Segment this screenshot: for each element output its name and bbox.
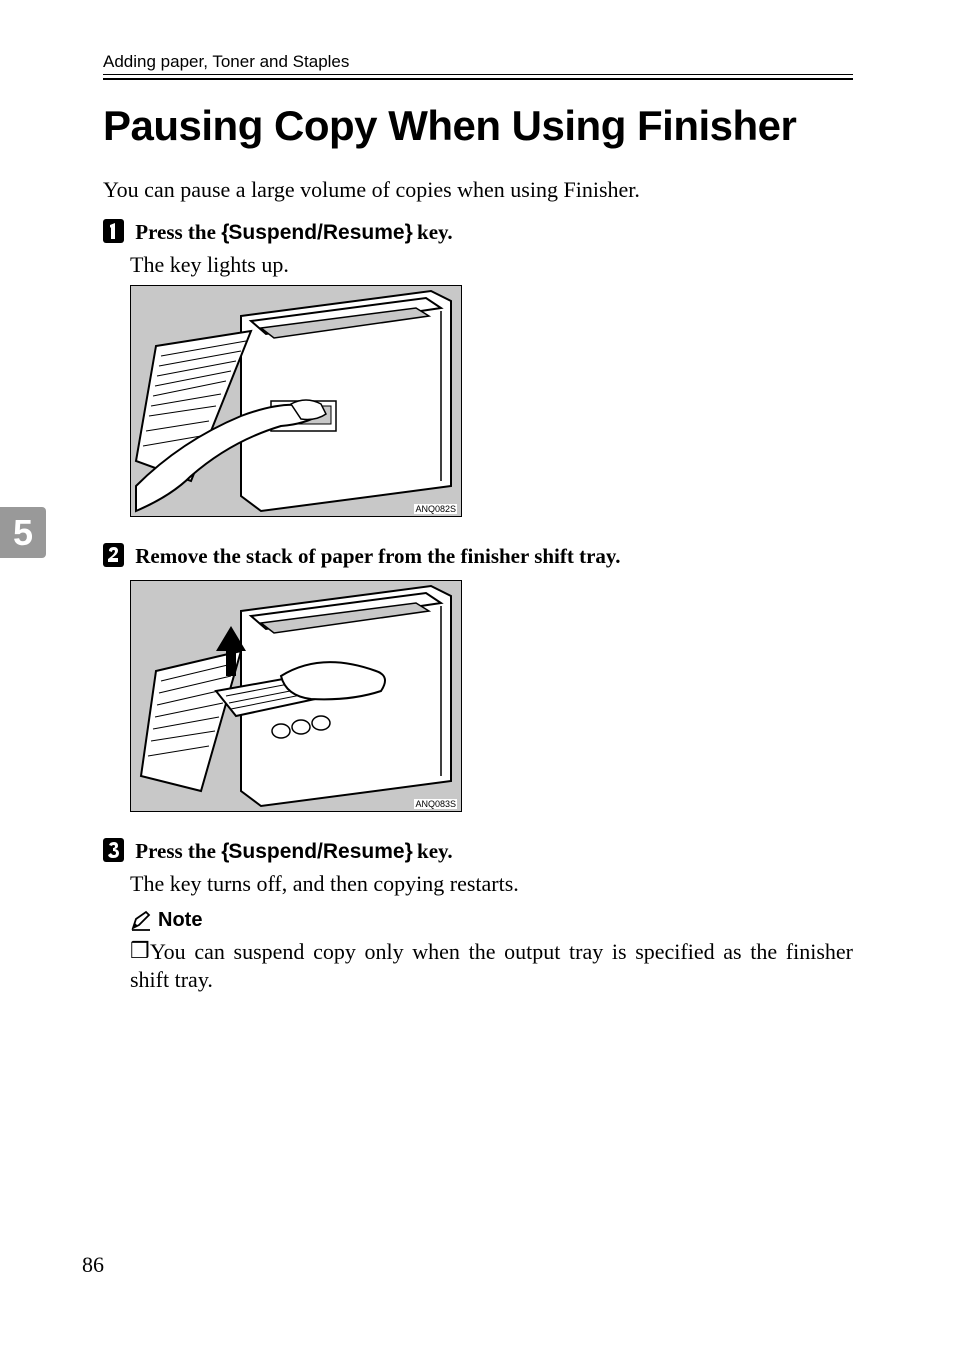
suspend-resume-key-label: Suspend/Resume xyxy=(228,221,404,244)
chapter-tab: 5 xyxy=(0,507,46,558)
step-2-text: Remove the stack of paper from the finis… xyxy=(135,544,620,568)
step-3-suffix: key. xyxy=(412,839,453,863)
suspend-resume-key-label: Suspend/Resume xyxy=(228,840,404,863)
note-heading: Note xyxy=(130,909,202,932)
step-1-heading: Press the {Suspend/Resume} key. xyxy=(103,219,453,245)
close-bracket-icon: } xyxy=(405,221,412,244)
pencil-icon xyxy=(130,910,152,932)
note-text: You can suspend copy only when the outpu… xyxy=(130,939,853,992)
illustration-code: ANQ083S xyxy=(414,799,457,809)
step-1-prefix: Press the xyxy=(135,220,221,244)
step-3-prefix: Press the xyxy=(135,839,221,863)
step-number-icon xyxy=(103,543,124,567)
step-1-suffix: key. xyxy=(412,220,453,244)
page-number: 86 xyxy=(82,1252,104,1278)
illustration-2: ANQ083S xyxy=(130,580,462,812)
close-bracket-icon: } xyxy=(405,840,412,863)
running-head: Adding paper, Toner and Staples xyxy=(103,52,349,72)
illustration-code: ANQ082S xyxy=(414,504,457,514)
step-3-heading: Press the {Suspend/Resume} key. xyxy=(103,838,453,864)
bullet-icon: ❒ xyxy=(130,937,144,965)
step-1-body: The key lights up. xyxy=(130,252,289,278)
step-2-heading: Remove the stack of paper from the finis… xyxy=(103,543,621,569)
step-number-icon xyxy=(103,219,124,243)
step-number-icon xyxy=(103,838,124,862)
divider xyxy=(103,78,853,80)
step-3-body: The key turns off, and then copying rest… xyxy=(130,871,519,897)
page-title: Pausing Copy When Using Finisher xyxy=(103,102,796,150)
intro-text: You can pause a large volume of copies w… xyxy=(103,177,640,203)
note-body: ❒You can suspend copy only when the outp… xyxy=(130,937,853,993)
note-label: Note xyxy=(158,909,202,932)
illustration-1: ANQ082S xyxy=(130,285,462,517)
divider xyxy=(103,74,853,75)
